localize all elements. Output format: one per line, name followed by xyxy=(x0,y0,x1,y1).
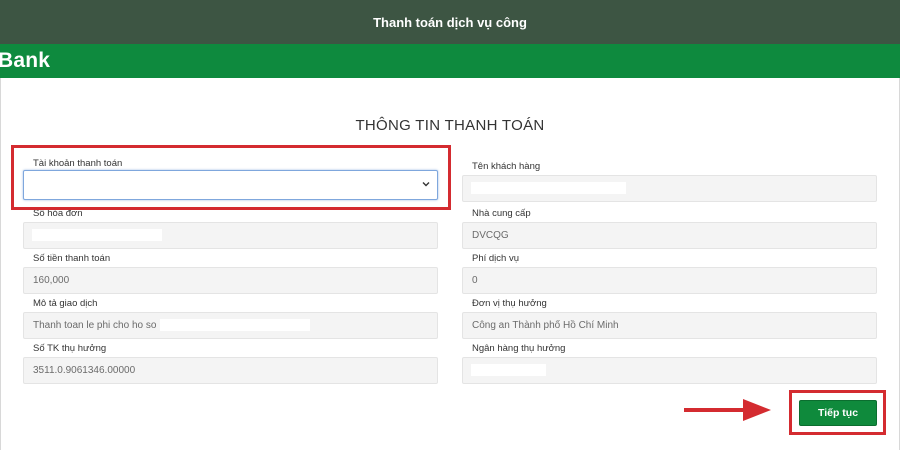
beneficiary-unit-field: Đơn vị thụ hưởng Công an Thành phố Hồ Ch… xyxy=(462,298,877,340)
app-header: Thanh toán dịch vụ công xyxy=(0,0,900,44)
continue-button[interactable]: Tiếp tục xyxy=(799,400,877,426)
customer-name-input[interactable] xyxy=(462,175,877,202)
header-title: Thanh toán dịch vụ công xyxy=(373,14,527,30)
bank-logo: Bank xyxy=(0,49,51,72)
transaction-description-value: Thanh toan le phi cho ho so xyxy=(33,320,157,331)
beneficiary-bank-label: Ngân hàng thụ hưởng xyxy=(472,343,566,354)
beneficiary-account-label: Số TK thụ hưởng xyxy=(33,343,107,354)
beneficiary-account-field: Số TK thụ hưởng 3511.0.9061346.00000 xyxy=(23,343,438,385)
transaction-description-input[interactable]: Thanh toan le phi cho ho so xyxy=(23,312,438,339)
beneficiary-bank-field: Ngân hàng thụ hưởng xyxy=(462,343,877,385)
invoice-number-input[interactable] xyxy=(23,222,438,249)
account-select-highlight xyxy=(11,145,451,210)
redacted-block xyxy=(32,229,162,242)
invoice-number-field: Số hóa đơn xyxy=(23,208,438,250)
beneficiary-account-value: 3511.0.9061346.00000 xyxy=(33,365,136,376)
payment-amount-input[interactable]: 160,000 xyxy=(23,267,438,294)
service-fee-value: 0 xyxy=(472,275,478,286)
service-fee-field: Phí dịch vụ 0 xyxy=(462,253,877,295)
beneficiary-bank-input[interactable] xyxy=(462,357,877,384)
provider-input[interactable]: DVCQG xyxy=(462,222,877,249)
service-fee-label: Phí dịch vụ xyxy=(472,253,519,264)
beneficiary-account-input[interactable]: 3511.0.9061346.00000 xyxy=(23,357,438,384)
provider-label: Nhà cung cấp xyxy=(472,208,531,219)
form-title: THÔNG TIN THANH TOÁN xyxy=(355,117,545,134)
payment-amount-value: 160,000 xyxy=(33,275,70,286)
beneficiary-unit-label: Đơn vị thụ hưởng xyxy=(472,298,547,309)
customer-name-field: Tên khách hàng xyxy=(462,161,877,203)
payment-amount-label: Số tiền thanh toán xyxy=(33,253,111,264)
transaction-description-label: Mô tả giao dịch xyxy=(33,298,98,309)
customer-name-label: Tên khách hàng xyxy=(472,161,541,172)
provider-field: Nhà cung cấp DVCQG xyxy=(462,208,877,250)
redacted-block xyxy=(160,319,311,332)
arrow-right-icon xyxy=(684,399,771,421)
beneficiary-unit-value: Công an Thành phố Hồ Chí Minh xyxy=(472,320,619,331)
payment-amount-field: Số tiền thanh toán 160,000 xyxy=(23,253,438,295)
brand-bar: Bank xyxy=(0,44,900,78)
redacted-block xyxy=(471,182,626,195)
service-fee-input[interactable]: 0 xyxy=(462,267,877,294)
beneficiary-unit-input[interactable]: Công an Thành phố Hồ Chí Minh xyxy=(462,312,877,339)
provider-value: DVCQG xyxy=(472,230,509,241)
transaction-description-field: Mô tả giao dịch Thanh toan le phi cho ho… xyxy=(23,298,438,340)
redacted-block xyxy=(471,364,546,377)
